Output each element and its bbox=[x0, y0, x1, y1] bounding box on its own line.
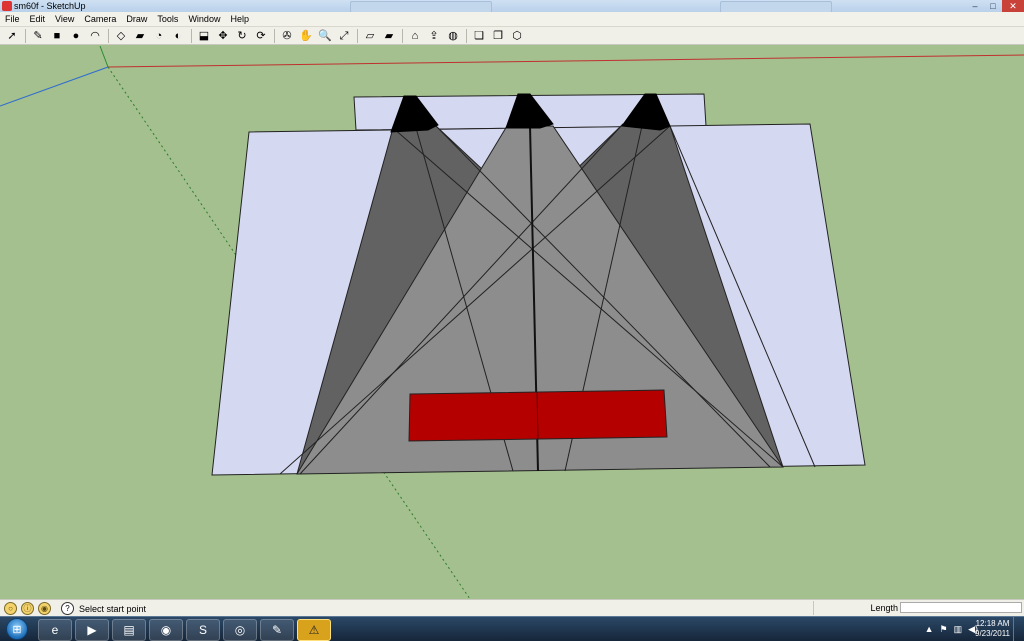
minimize-button[interactable]: – bbox=[966, 0, 984, 12]
menu-file[interactable]: File bbox=[0, 12, 25, 26]
green-axis bbox=[99, 46, 109, 68]
extension-icon[interactable]: ⬡ bbox=[509, 29, 525, 43]
media-player-icon[interactable]: ▶ bbox=[75, 619, 109, 641]
status-divider bbox=[813, 601, 814, 615]
flag-icon[interactable]: ⚑ bbox=[939, 624, 947, 635]
select-icon[interactable]: ➚ bbox=[4, 29, 20, 43]
rotate-icon[interactable]: ↻ bbox=[234, 29, 250, 43]
share-model-icon[interactable]: ⇪ bbox=[426, 29, 442, 43]
tape-measure-icon[interactable]: ◔ bbox=[151, 29, 167, 43]
toolbar-separator bbox=[274, 28, 275, 43]
paint-bucket-icon[interactable]: ◐ bbox=[170, 29, 186, 43]
move-icon[interactable]: ✥ bbox=[215, 29, 231, 43]
show-desktop-button[interactable] bbox=[1013, 617, 1024, 641]
circle-icon[interactable]: ● bbox=[68, 29, 84, 43]
menu-help[interactable]: Help bbox=[225, 12, 254, 26]
chrome-icon[interactable]: ◉ bbox=[149, 619, 183, 641]
toolbar-separator bbox=[402, 28, 403, 43]
menu-view[interactable]: View bbox=[50, 12, 79, 26]
help-icon[interactable]: ? bbox=[61, 602, 74, 615]
network-tray-icon[interactable]: ▥ bbox=[954, 624, 963, 635]
sketchup-icon[interactable]: ✎ bbox=[260, 619, 294, 641]
modeling-viewport[interactable] bbox=[0, 46, 1024, 599]
network-icon[interactable]: ◎ bbox=[223, 619, 257, 641]
internet-explorer-icon[interactable]: e bbox=[38, 619, 72, 641]
menu-tools[interactable]: Tools bbox=[152, 12, 183, 26]
credits-icon[interactable]: ⓘ bbox=[21, 602, 34, 615]
red-axis bbox=[107, 54, 1024, 68]
pencil-icon[interactable]: ✎ bbox=[30, 29, 46, 43]
warning-icon[interactable]: ⚠ bbox=[297, 619, 331, 641]
tray-expand-icon[interactable]: ▲ bbox=[925, 624, 934, 634]
eraser-icon[interactable]: ▰ bbox=[132, 29, 148, 43]
rectangle-icon[interactable]: ■ bbox=[49, 29, 65, 43]
clock-time: 12:18 AM bbox=[975, 619, 1010, 628]
get-models-icon[interactable]: ❏ bbox=[471, 29, 487, 43]
menu-draw[interactable]: Draw bbox=[121, 12, 152, 26]
push-pull-icon[interactable]: ⬓ bbox=[196, 29, 212, 43]
orbit-icon[interactable]: ✇ bbox=[279, 29, 295, 43]
sketchup-app-icon bbox=[2, 1, 12, 11]
menu-camera[interactable]: Camera bbox=[79, 12, 121, 26]
share-component-icon[interactable]: ❐ bbox=[490, 29, 506, 43]
toolbar: ➚ ✎ ■ ● ◠ ◇ ▰ ◔ ◐ ⬓ ✥ ↻ ⟳ ✇ ✋ 🔍 ⤢ ▱ ▰ ⌂ ⇪ ◍ ❏ ❐ ⬡ bbox=[0, 27, 1024, 45]
previous-view-icon[interactable]: ▱ bbox=[362, 29, 378, 43]
scene-canvas[interactable] bbox=[0, 46, 1024, 599]
zoom-extents-icon[interactable]: ⤢ bbox=[336, 29, 352, 43]
file-explorer-icon[interactable]: ▤ bbox=[112, 619, 146, 641]
toolbar-separator bbox=[25, 28, 26, 43]
make-component-icon[interactable]: ◇ bbox=[113, 29, 129, 43]
next-view-icon[interactable]: ▰ bbox=[381, 29, 397, 43]
toolbar-separator bbox=[108, 28, 109, 43]
measurement-label: Length bbox=[870, 603, 898, 613]
menu-window[interactable]: Window bbox=[183, 12, 225, 26]
geo-location-icon[interactable]: ○ bbox=[4, 602, 17, 615]
windows-logo-icon: ⊞ bbox=[6, 618, 28, 640]
window-title: sm60f - SketchUp bbox=[14, 1, 86, 11]
3d-warehouse-icon[interactable]: ⌂ bbox=[407, 29, 423, 43]
blue-axis bbox=[0, 66, 109, 107]
status-message: Select start point bbox=[79, 603, 147, 614]
close-button[interactable]: ✕ bbox=[1002, 0, 1024, 12]
toolbar-separator bbox=[191, 28, 192, 43]
menu-bar: File Edit View Camera Draw Tools Window … bbox=[0, 12, 1024, 27]
taskbar: ⊞ e ▶ ▤ ◉ S ◎ ✎ ⚠ ▲ ⚑ ▥ ◀) 12:18 AM 9/23/2011 bbox=[0, 616, 1024, 641]
user-icon[interactable]: ◉ bbox=[38, 602, 51, 615]
clock[interactable]: 12:18 AM 9/23/2011 bbox=[975, 619, 1010, 639]
pan-icon[interactable]: ✋ bbox=[298, 29, 314, 43]
menu-edit[interactable]: Edit bbox=[25, 12, 51, 26]
google-earth-icon[interactable]: ◍ bbox=[445, 29, 461, 43]
window-controls: – □ ✕ bbox=[966, 0, 1024, 12]
measurement-input[interactable] bbox=[900, 602, 1022, 613]
offset-icon[interactable]: ⟳ bbox=[253, 29, 269, 43]
maximize-button[interactable]: □ bbox=[984, 0, 1002, 12]
skype-icon[interactable]: S bbox=[186, 619, 220, 641]
toolbar-separator bbox=[357, 28, 358, 43]
zoom-icon[interactable]: 🔍 bbox=[317, 29, 333, 43]
clock-date: 9/23/2011 bbox=[975, 629, 1010, 638]
status-bar: ○ ⓘ ◉ ? Select start point Length bbox=[0, 599, 1024, 617]
start-button[interactable]: ⊞ bbox=[2, 617, 32, 641]
arc-icon[interactable]: ◠ bbox=[87, 29, 103, 43]
toolbar-separator bbox=[466, 28, 467, 43]
